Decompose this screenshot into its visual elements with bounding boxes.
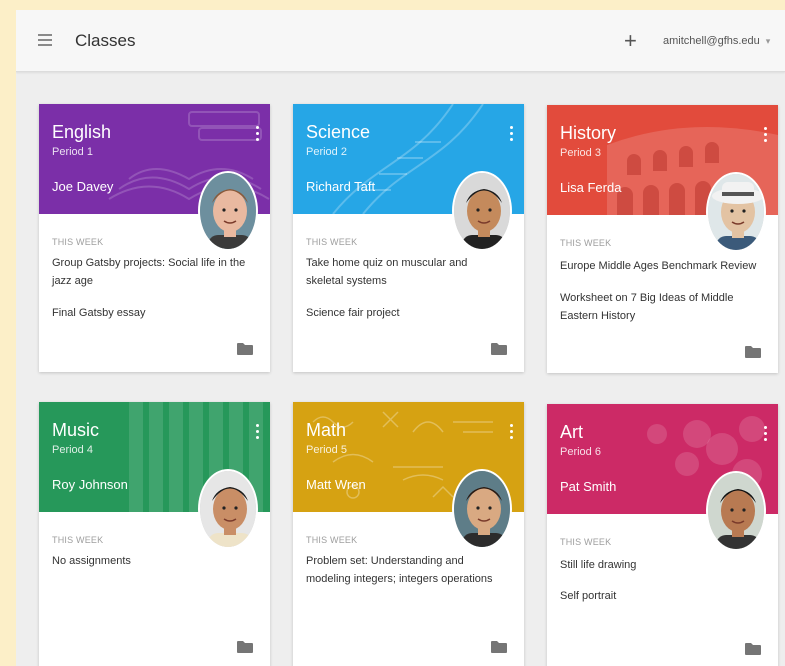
account-menu[interactable]: amitchell@gfhs.edu ▾	[663, 35, 770, 47]
assignment-item[interactable]: Problem set: Understanding and modeling …	[306, 552, 506, 588]
assignment-item[interactable]: Group Gatsby projects: Social life in th…	[52, 254, 252, 290]
class-card[interactable]: English Period 1 Joe Davey THIS WEEK Gro…	[39, 104, 270, 372]
teacher-name: Matt Wren	[306, 477, 366, 492]
class-card[interactable]: History Period 3 Lisa Ferda THIS WEEK Eu…	[547, 105, 778, 373]
this-week-label: THIS WEEK	[306, 237, 358, 247]
class-period: Period 1	[52, 146, 93, 158]
teacher-avatar	[198, 469, 258, 549]
more-vert-icon[interactable]	[762, 426, 768, 446]
class-card[interactable]: Music Period 4 Roy Johnson THIS WEEK No …	[39, 402, 270, 666]
this-week-label: THIS WEEK	[560, 238, 612, 248]
folder-icon[interactable]	[491, 641, 507, 653]
folder-icon[interactable]	[745, 643, 761, 655]
class-period: Period 2	[306, 146, 347, 158]
assignment-item[interactable]: Europe Middle Ages Benchmark Review	[560, 257, 760, 275]
folder-icon[interactable]	[237, 343, 253, 355]
chevron-down-icon: ▾	[765, 36, 771, 46]
class-period: Period 6	[560, 446, 601, 458]
class-name[interactable]: Math	[306, 420, 346, 441]
teacher-avatar	[706, 471, 766, 551]
class-name[interactable]: Science	[306, 122, 370, 143]
assignment-item[interactable]: Self portrait	[560, 587, 760, 605]
assignment-item[interactable]: Final Gatsby essay	[52, 304, 252, 322]
more-vert-icon[interactable]	[508, 126, 514, 146]
assignment-item[interactable]: Science fair project	[306, 304, 506, 322]
this-week-label: THIS WEEK	[52, 535, 104, 545]
teacher-name: Pat Smith	[560, 479, 617, 494]
class-name[interactable]: History	[560, 123, 616, 144]
teacher-name: Richard Taft	[306, 179, 376, 194]
folder-icon[interactable]	[491, 343, 507, 355]
class-period: Period 3	[560, 147, 601, 159]
add-icon[interactable]: +	[624, 30, 637, 52]
class-name[interactable]: Music	[52, 420, 99, 441]
teacher-avatar	[452, 171, 512, 251]
class-name[interactable]: Art	[560, 422, 583, 443]
account-email: amitchell@gfhs.edu	[663, 35, 760, 47]
this-week-label: THIS WEEK	[52, 237, 104, 247]
more-vert-icon[interactable]	[508, 424, 514, 444]
teacher-name: Roy Johnson	[52, 477, 128, 492]
menu-icon[interactable]	[38, 34, 52, 46]
assignment-item[interactable]: Still life drawing	[560, 556, 760, 574]
more-vert-icon[interactable]	[762, 127, 768, 147]
teacher-avatar	[706, 172, 766, 252]
class-card[interactable]: Art Period 6 Pat Smith THIS WEEK Still l…	[547, 404, 778, 666]
class-card[interactable]: Math Period 5 Matt Wren THIS WEEK Proble…	[293, 402, 524, 666]
this-week-label: THIS WEEK	[560, 537, 612, 547]
class-period: Period 4	[52, 444, 93, 456]
folder-icon[interactable]	[237, 641, 253, 653]
class-card[interactable]: Science Period 2 Richard Taft THIS WEEK …	[293, 104, 524, 372]
teacher-name: Joe Davey	[52, 179, 114, 194]
class-name[interactable]: English	[52, 122, 111, 143]
top-app-bar: Classes + amitchell@gfhs.edu ▾	[16, 10, 785, 72]
assignment-item[interactable]: Take home quiz on muscular and skeletal …	[306, 254, 506, 290]
more-vert-icon[interactable]	[254, 424, 260, 444]
teacher-name: Lisa Ferda	[560, 180, 622, 195]
folder-icon[interactable]	[745, 346, 761, 358]
teacher-avatar	[452, 469, 512, 549]
page-title: Classes	[75, 31, 136, 50]
class-period: Period 5	[306, 444, 347, 456]
this-week-label: THIS WEEK	[306, 535, 358, 545]
assignment-item[interactable]: Worksheet on 7 Big Ideas of Middle Easte…	[560, 289, 760, 325]
classroom-app: Classes + amitchell@gfhs.edu ▾ English Pe…	[16, 10, 785, 666]
teacher-avatar	[198, 171, 258, 251]
more-vert-icon[interactable]	[254, 126, 260, 146]
assignment-item[interactable]: No assignments	[52, 552, 252, 570]
